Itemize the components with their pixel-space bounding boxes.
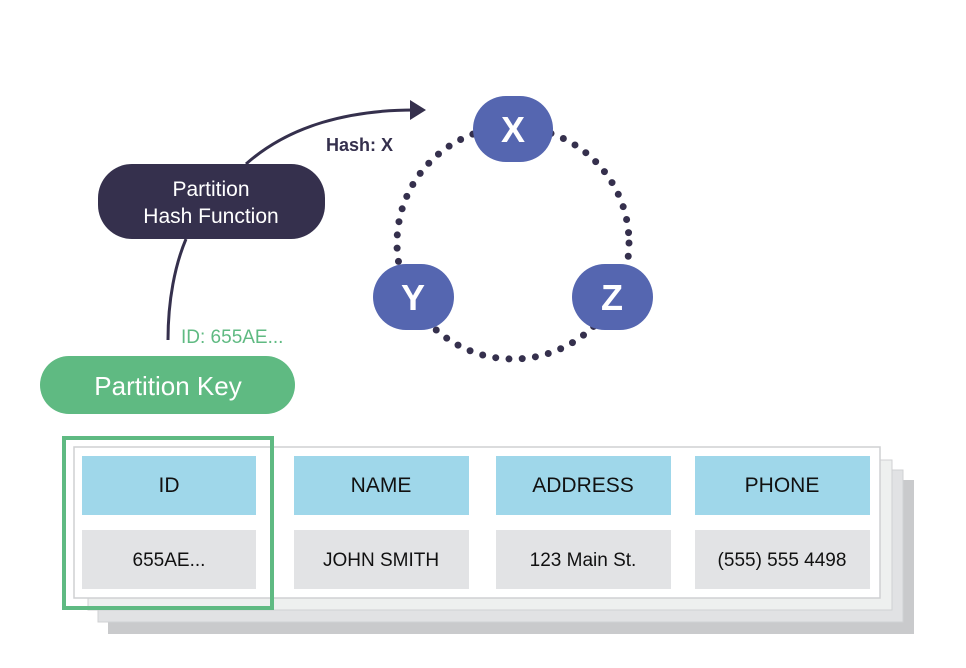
cell-phone: (555) 555 4498 bbox=[718, 550, 847, 571]
partition-key-pill: Partition Key bbox=[40, 356, 295, 414]
node-label: X bbox=[501, 109, 525, 150]
key-to-hash-connector bbox=[166, 238, 188, 341]
id-label: ID: 655AE... bbox=[181, 327, 283, 348]
header-address: ADDRESS bbox=[532, 474, 634, 497]
arrowhead-icon bbox=[410, 100, 426, 120]
node-label: Z bbox=[601, 277, 623, 318]
node-y: Y bbox=[373, 264, 454, 330]
header-id: ID bbox=[159, 474, 180, 497]
partition-key-label: Partition Key bbox=[94, 371, 241, 401]
hash-label: Hash: X bbox=[326, 135, 393, 155]
hash-function-box: Partition Hash Function bbox=[98, 164, 325, 239]
hash-function-line2: Hash Function bbox=[143, 205, 278, 228]
partitioning-diagram: X Y Z Partition Hash Function Hash: X ID… bbox=[40, 96, 914, 634]
header-name: NAME bbox=[351, 474, 412, 497]
node-label: Y bbox=[401, 277, 425, 318]
hash-function-line1: Partition bbox=[172, 178, 249, 201]
node-x: X bbox=[473, 96, 553, 162]
node-z: Z bbox=[572, 264, 653, 330]
cell-id: 655AE... bbox=[133, 550, 206, 571]
cell-name: JOHN SMITH bbox=[323, 550, 439, 571]
header-phone: PHONE bbox=[745, 474, 820, 497]
cell-address: 123 Main St. bbox=[530, 550, 637, 571]
